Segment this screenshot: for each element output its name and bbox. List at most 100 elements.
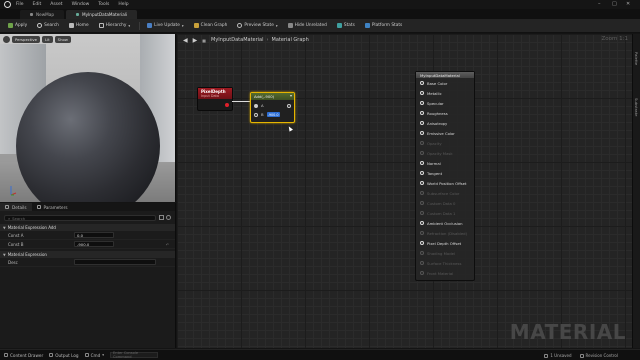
collapse-chevron-icon[interactable]: ▾ bbox=[290, 93, 292, 98]
desc-input[interactable] bbox=[74, 259, 156, 265]
add-node[interactable]: Add(,-900) ▾ A B -900.0 bbox=[250, 92, 295, 123]
details-search-input[interactable]: ⌕ Search bbox=[4, 215, 156, 221]
apply-button[interactable]: Apply bbox=[4, 21, 31, 31]
details-icon bbox=[5, 205, 9, 209]
material-pin[interactable]: Refraction (Disabled) bbox=[416, 228, 474, 238]
level-icon bbox=[30, 13, 33, 16]
material-pin[interactable]: Tangent bbox=[416, 168, 474, 178]
menu-help[interactable]: Help bbox=[118, 2, 128, 7]
pixel-depth-node[interactable]: PixelDepth Input Data bbox=[197, 87, 233, 111]
material-pin[interactable]: Custom Data 0 bbox=[416, 198, 474, 208]
material-pin[interactable]: Metallic bbox=[416, 88, 474, 98]
show-button[interactable]: Show bbox=[54, 36, 71, 43]
add-pin-a[interactable]: A bbox=[254, 103, 264, 108]
revision-control-button[interactable]: Revision Control bbox=[586, 353, 618, 358]
chevron-down-icon: ▾ bbox=[102, 353, 105, 357]
material-pin[interactable]: Anisotropy bbox=[416, 118, 474, 128]
material-pin[interactable]: World Position Offset bbox=[416, 178, 474, 188]
search-button[interactable]: Search bbox=[33, 21, 63, 31]
close-icon[interactable]: ✕ bbox=[626, 1, 630, 7]
lit-button[interactable]: Lit bbox=[42, 36, 53, 43]
input-pin-icon bbox=[420, 261, 424, 265]
add-b-value-field[interactable]: -900.0 bbox=[266, 112, 280, 117]
home-button[interactable]: Home bbox=[65, 21, 93, 31]
tab-details[interactable]: Details bbox=[0, 203, 32, 211]
input-pin-icon bbox=[420, 241, 424, 245]
material-result-node[interactable]: MyInputDataMaterial Base Color Metallic Sp… bbox=[415, 71, 475, 281]
hide-unrelated-icon bbox=[287, 23, 293, 28]
back-arrow-icon[interactable]: ◀ bbox=[183, 37, 188, 44]
hierarchy-button[interactable]: Hierarchy ▾ bbox=[95, 21, 135, 31]
substrate-tab[interactable]: Substrate bbox=[634, 98, 639, 116]
platform-stats-button[interactable]: Platform Stats bbox=[361, 21, 406, 31]
material-pin-label: Custom Data 0 bbox=[427, 200, 456, 206]
input-pin-icon bbox=[420, 231, 424, 235]
input-pin-icon bbox=[254, 103, 258, 108]
material-pin-label: Opacity Mask bbox=[427, 150, 453, 156]
material-pin[interactable]: Emissive Color bbox=[416, 128, 474, 138]
clean-graph-button[interactable]: Clean Graph bbox=[190, 21, 232, 31]
unsaved-count[interactable]: 1 Unsaved bbox=[550, 353, 571, 358]
output-log-button[interactable]: Output Log bbox=[49, 353, 79, 358]
breadcrumb-graph[interactable]: Material Graph bbox=[272, 37, 309, 43]
material-pin[interactable]: Normal bbox=[416, 158, 474, 168]
pixel-depth-output-pin[interactable] bbox=[225, 103, 229, 107]
stats-button[interactable]: Stats bbox=[333, 21, 359, 31]
material-pin[interactable]: Subsurface Color bbox=[416, 188, 474, 198]
property-matrix-icon[interactable] bbox=[159, 215, 164, 220]
unreal-logo-icon[interactable] bbox=[4, 1, 11, 8]
material-pin-label: Subsurface Color bbox=[427, 190, 460, 196]
material-pin[interactable]: Pixel Depth Offset bbox=[416, 238, 474, 248]
add-output-pin[interactable] bbox=[287, 104, 291, 108]
material-pin[interactable]: Specular bbox=[416, 98, 474, 108]
add-pin-b[interactable]: B -900.0 bbox=[254, 112, 280, 117]
parameters-icon bbox=[36, 205, 41, 209]
menu-tools[interactable]: Tools bbox=[98, 2, 109, 7]
input-pin-icon bbox=[420, 271, 424, 275]
reset-to-default-icon[interactable]: ↶ bbox=[166, 242, 169, 247]
content-drawer-button[interactable]: Content Drawer bbox=[4, 353, 43, 358]
perspective-button[interactable]: Perspective bbox=[12, 36, 40, 43]
viewport-toolbar: Perspective Lit Show bbox=[3, 36, 73, 43]
material-pin[interactable]: Front Material bbox=[416, 268, 474, 278]
material-pin[interactable]: Roughness bbox=[416, 108, 474, 118]
tab-material-editor[interactable]: MyInputDataMateriali bbox=[65, 10, 138, 19]
material-pin[interactable]: Opacity Mask bbox=[416, 148, 474, 158]
hide-unrelated-button[interactable]: Hide Unrelated bbox=[284, 21, 331, 31]
maximize-icon[interactable]: □ bbox=[612, 1, 617, 7]
material-pin[interactable]: Opacity bbox=[416, 138, 474, 148]
material-pin[interactable]: Ambient Occlusion bbox=[416, 218, 474, 228]
live-update-button[interactable]: Live Update ▾ bbox=[143, 21, 187, 31]
tab-parameters[interactable]: Parameters bbox=[32, 203, 73, 211]
minimize-icon[interactable]: – bbox=[598, 1, 601, 7]
preview-state-button[interactable]: Preview State ▾ bbox=[233, 21, 281, 31]
material-pin[interactable]: Shading Model bbox=[416, 248, 474, 258]
tab-newmap[interactable]: NewMap bbox=[20, 10, 64, 19]
menu-window[interactable]: Window bbox=[72, 2, 90, 7]
material-pin-label: Metallic bbox=[427, 90, 442, 96]
add-node-header: Add(,-900) ▾ bbox=[251, 93, 294, 100]
const-b-input[interactable]: -900.0 bbox=[74, 241, 114, 247]
material-preview-viewport[interactable]: Perspective Lit Show bbox=[0, 34, 176, 202]
material-graph-canvas[interactable]: ◀ ▶ ▦ MyInputDataMaterial › Material Gra… bbox=[177, 34, 632, 348]
material-pin[interactable]: Surface Thickness bbox=[416, 258, 474, 268]
material-pin[interactable]: Custom Data 1 bbox=[416, 208, 474, 218]
cmd-dropdown[interactable]: Cmd ▾ bbox=[84, 353, 105, 358]
platform-stats-icon bbox=[364, 23, 370, 28]
const-a-input[interactable]: 0.0 bbox=[74, 232, 114, 238]
breadcrumb-material[interactable]: MyInputDataMaterial bbox=[211, 37, 263, 43]
settings-gear-icon[interactable] bbox=[166, 215, 171, 220]
forward-arrow-icon[interactable]: ▶ bbox=[193, 37, 198, 44]
material-pin-label: Shading Model bbox=[427, 250, 456, 256]
menu-file[interactable]: File bbox=[16, 2, 24, 7]
console-command-input[interactable]: Enter Console Command bbox=[110, 351, 159, 359]
material-pin-label: Roughness bbox=[427, 110, 448, 116]
menu-edit[interactable]: Edit bbox=[33, 2, 42, 7]
palette-tab[interactable]: Palette bbox=[634, 52, 639, 65]
section-material-expression-add[interactable]: ▼ Material Expression Add bbox=[0, 224, 175, 231]
terminal-icon bbox=[84, 353, 89, 357]
viewport-options-icon[interactable] bbox=[3, 36, 10, 43]
section-material-expression[interactable]: ▼ Material Expression bbox=[0, 251, 175, 258]
menu-asset[interactable]: Asset bbox=[50, 2, 62, 7]
material-pin[interactable]: Base Color bbox=[416, 78, 474, 88]
